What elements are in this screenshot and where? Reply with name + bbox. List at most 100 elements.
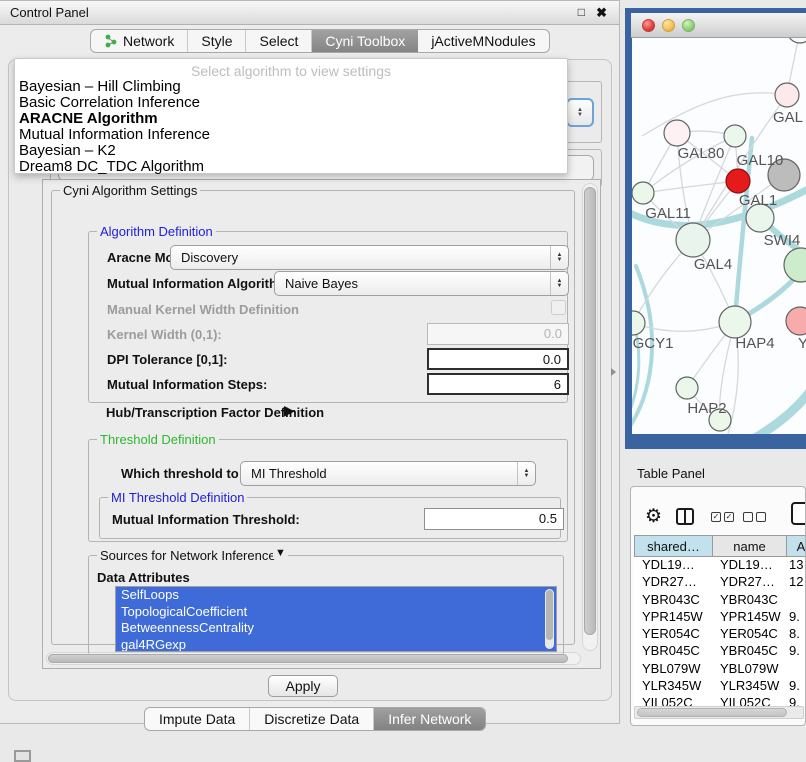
apply-button[interactable]: Apply [268,675,338,697]
table-row[interactable]: YBR043CYBR043C [634,592,806,609]
node-label: Y [798,335,806,352]
mi-threshold-field[interactable]: 0.5 [424,508,564,530]
column-header-name[interactable]: name [712,536,786,556]
hub-expand-arrow-icon[interactable]: ▶ [284,402,295,419]
table-row[interactable]: YIL052CYIL052C9. [634,695,806,706]
select-all-checks-icon[interactable]: ✓✓ [711,512,734,522]
network-node-gcy1[interactable] [632,311,645,335]
network-node[interactable] [784,248,806,282]
mi-steps-field[interactable]: 6 [427,373,569,395]
table-row[interactable]: YBL079WYBL079W [634,661,806,678]
table-panel-title: Table Panel [637,466,705,481]
node-label: GAL [773,109,803,126]
column-layout-icon[interactable] [676,508,694,525]
combo-stepper-icon: ▲▼ [550,272,568,295]
table-body: YDL19…YDL19…13 YDR27…YDR27…12 YBR043CYBR… [634,557,806,706]
network-node-hap2[interactable] [676,377,698,399]
attribute-item[interactable]: TopologicalCoefficient [116,604,556,621]
network-node-gal1-selected[interactable] [726,169,750,193]
algorithm-option[interactable]: Bayesian – K2 [19,143,563,159]
sources-group-title[interactable]: Sources for Network Inference [97,548,279,563]
table-row[interactable]: YPR145WYPR145W9. [634,609,806,626]
node-label: GAL4 [694,256,732,273]
new-table-icon[interactable] [791,502,806,525]
network-node-gal11[interactable] [632,182,654,204]
table-row[interactable]: YLR345WYLR345W9. [634,678,806,695]
network-canvas[interactable]: GAL GAL80 GAL10 GAL1 GAL11 SWI4 GAL4 GCY… [632,38,806,434]
algorithm-option[interactable]: Dream8 DC_TDC Algorithm [19,159,563,175]
mi-type-combo[interactable]: Naive Bayes ▲▼ [274,271,569,296]
network-node[interactable] [787,38,806,43]
table-horizontal-scrollbar[interactable] [634,706,804,719]
settings-viewport: Cyni Algorithm Settings Algorithm Defini… [42,179,601,669]
node-label: GAL11 [645,205,691,222]
control-panel-tabstrip: Network Style Select Cyni Toolbox jActiv… [90,29,550,53]
algorithm-combo-stepper[interactable]: ▲▼ [566,98,594,127]
sources-collapse-arrow-icon[interactable]: ▼ [273,547,288,559]
tab-select[interactable]: Select [246,30,312,52]
algorithm-option-selected[interactable]: ARACNE Algorithm [19,111,563,127]
sources-group: Sources for Network Inference ▼ Data Att… [88,555,564,655]
network-node-gal80[interactable] [664,120,690,146]
tab-cyni-toolbox[interactable]: Cyni Toolbox [312,30,418,52]
algorithm-option[interactable]: Mutual Information Inference [19,127,563,143]
tab-network-label: Network [123,33,174,49]
data-attributes-label: Data Attributes [97,570,190,585]
table-row[interactable]: YBR045CYBR045C9. [634,643,806,660]
threshold-definition-title: Threshold Definition [97,432,219,447]
which-threshold-value: MI Threshold [241,466,517,481]
node-label: GAL80 [678,145,725,162]
network-window-titlebar[interactable] [631,13,806,38]
network-node-gal4[interactable] [676,223,710,257]
which-threshold-combo[interactable]: MI Threshold ▲▼ [240,461,536,486]
node-label: GAL1 [739,192,777,209]
vertical-scroll-thumb[interactable] [584,187,596,635]
dpi-tolerance-field[interactable]: 0.0 [427,348,569,370]
network-node-salmon[interactable] [786,307,806,335]
algorithm-placeholder: Select algorithm to view settings [15,63,567,79]
zoom-traffic-light-icon[interactable] [682,19,695,32]
network-icon [104,34,118,48]
dpi-tolerance-label: DPI Tolerance [0,1]: [107,352,227,367]
tab-jactivemnodules[interactable]: jActiveMNodules [418,30,548,52]
manual-kernel-checkbox[interactable] [551,300,566,315]
node-label: GAL10 [737,152,784,169]
network-node-hap4[interactable] [719,306,751,338]
network-node-gal10[interactable] [724,125,746,147]
tab-style[interactable]: Style [188,30,246,52]
tab-discretize-data[interactable]: Discretize Data [250,708,374,730]
deselect-all-checks-icon[interactable] [743,512,766,522]
node-label: SWI4 [764,232,801,249]
algorithm-option[interactable]: Bayesian – Hill Climbing [19,79,563,95]
algorithm-option[interactable]: Basic Correlation Inference [19,95,563,111]
column-header-shared-name[interactable]: shared… [634,536,712,556]
tab-infer-network[interactable]: Infer Network [374,708,485,730]
table-scroll-thumb[interactable] [637,708,787,717]
attribute-item[interactable]: gal4RGexp [116,637,556,653]
attributes-scroll-thumb[interactable] [546,590,553,640]
attribute-item[interactable]: SelfLoops [116,587,556,604]
table-row[interactable]: YER054CYER054C8. [634,626,806,643]
table-panel: ⚙ ✓✓ shared… name A YDL19…YDL19…13 YDR27… [630,486,806,726]
network-node[interactable] [775,83,799,107]
settings-vertical-scrollbar[interactable] [582,183,598,651]
table-row[interactable]: YDL19…YDL19…13 [634,557,806,574]
horizontal-scroll-thumb[interactable] [48,654,568,663]
tab-network[interactable]: Network [91,30,188,52]
close-window-icon[interactable]: ✖ [596,5,607,21]
aracne-mode-combo[interactable]: Discovery ▲▼ [170,245,569,270]
control-panel-titlebar[interactable]: Control Panel □ ✖ [0,1,619,25]
gear-icon[interactable]: ⚙ [645,505,662,528]
control-panel-title: Control Panel [10,5,89,20]
minimized-window-icon[interactable] [14,750,31,762]
data-attributes-list[interactable]: SelfLoops TopologicalCoefficient Between… [115,586,557,652]
attributes-scrollbar[interactable] [545,589,554,649]
float-window-icon[interactable]: □ [578,5,585,19]
close-traffic-light-icon[interactable] [642,19,655,32]
column-header-partial[interactable]: A [786,536,806,556]
attribute-item[interactable]: BetweennessCentrality [116,620,556,637]
algorithm-definition-title: Algorithm Definition [97,224,216,239]
minimize-traffic-light-icon[interactable] [662,19,675,32]
table-row[interactable]: YDR27…YDR27…12 [634,574,806,591]
tab-impute-data[interactable]: Impute Data [145,708,250,730]
